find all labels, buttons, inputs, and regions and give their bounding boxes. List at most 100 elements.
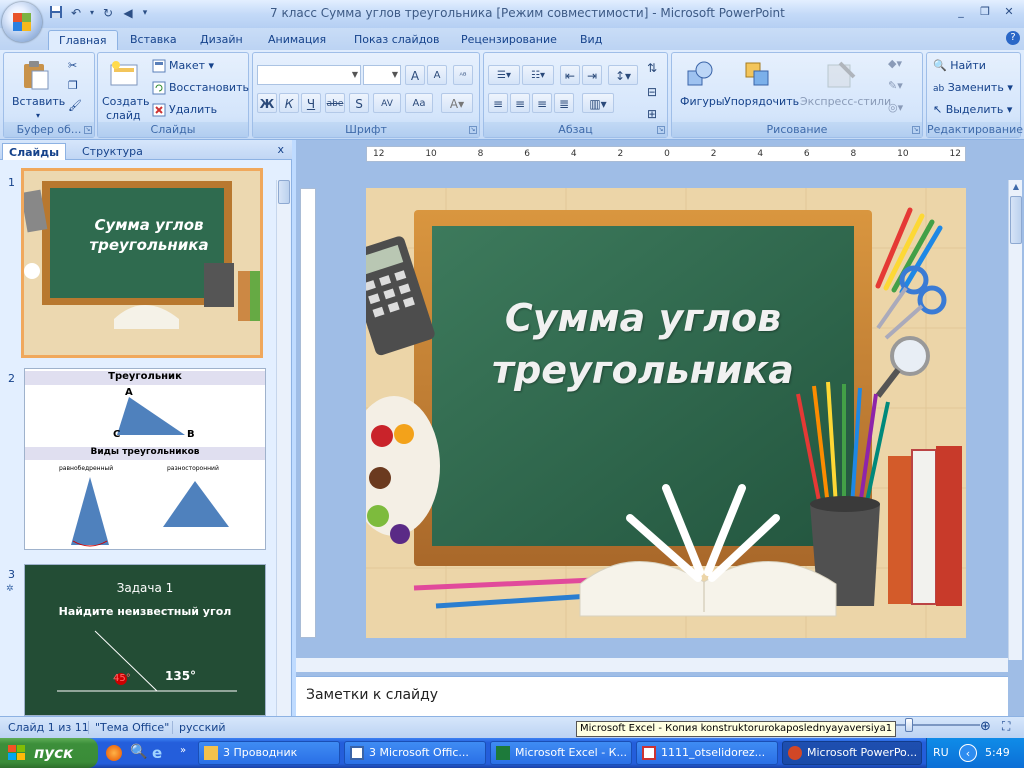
format-painter-icon[interactable]: 🖌 xyxy=(68,99,82,112)
reset-button[interactable]: Восстановить xyxy=(152,81,249,95)
taskbar-explorer[interactable]: 3 Проводник xyxy=(198,741,340,765)
zoom-slider-knob[interactable] xyxy=(905,718,913,732)
new-slide-label2[interactable]: слайд xyxy=(106,109,141,122)
shapes-icon[interactable] xyxy=(684,59,716,91)
quicklaunch-expand-icon[interactable]: » xyxy=(180,745,186,756)
zoom-in-icon[interactable]: ⊕ xyxy=(980,719,991,734)
shadow-button[interactable]: S xyxy=(349,93,369,113)
tab-slideshow[interactable]: Показ слайдов xyxy=(344,30,450,50)
paragraph-launcher-icon[interactable]: ↘ xyxy=(657,126,665,134)
minimize-icon[interactable]: _ xyxy=(950,4,972,20)
tab-slides[interactable]: Слайды xyxy=(2,143,67,160)
copy-icon[interactable]: ❐ xyxy=(68,79,78,92)
language-tray[interactable]: RU xyxy=(933,746,949,759)
tab-review[interactable]: Рецензирование xyxy=(451,30,567,50)
tab-outline[interactable]: Структура xyxy=(76,143,149,160)
fit-window-icon[interactable]: ⛶ xyxy=(1002,719,1010,734)
horizontal-ruler[interactable]: 12 10 8 6 4 2 0 2 4 6 8 10 12 xyxy=(366,146,966,162)
shapes-button[interactable]: Фигуры xyxy=(680,95,725,108)
restore-icon[interactable]: ❐ xyxy=(974,4,996,20)
tab-home[interactable]: Главная xyxy=(48,30,118,50)
quick-styles-icon[interactable] xyxy=(826,59,858,91)
drawing-launcher-icon[interactable]: ↘ xyxy=(912,126,920,134)
char-spacing-icon[interactable]: AV xyxy=(373,93,401,113)
numbering-icon[interactable]: ☷▾ xyxy=(522,65,554,85)
underline-button[interactable]: Ч xyxy=(301,93,321,113)
slide-thumb-1[interactable]: Сумма углов треугольника xyxy=(21,168,263,358)
font-launcher-icon[interactable]: ↘ xyxy=(469,126,477,134)
tab-view[interactable]: Вид xyxy=(570,30,612,50)
office-button[interactable] xyxy=(2,2,42,42)
line-spacing-icon[interactable]: ↕▾ xyxy=(608,65,638,85)
delete-slide-button[interactable]: Удалить xyxy=(152,103,217,117)
new-slide-button[interactable]: Создать xyxy=(102,95,150,108)
arrange-icon[interactable] xyxy=(742,59,774,91)
italic-button[interactable]: К xyxy=(279,93,299,113)
shape-fill-icon[interactable]: ◆▾ xyxy=(888,57,902,70)
redo-icon[interactable]: ↻ xyxy=(100,5,116,21)
slide-title[interactable]: Сумма углов треугольника xyxy=(462,292,824,396)
text-direction-icon[interactable]: ⇅ xyxy=(642,57,662,77)
ie-icon[interactable]: e xyxy=(152,744,162,762)
paste-button[interactable]: Вставить xyxy=(12,95,65,108)
shape-effects-icon[interactable]: ◎▾ xyxy=(888,101,903,114)
taskbar-excel[interactable]: Microsoft Excel - К... xyxy=(490,741,632,765)
quick-styles-button[interactable]: Экспресс-стили xyxy=(800,95,891,108)
panel-scroll-thumb[interactable] xyxy=(278,180,290,204)
tab-insert[interactable]: Вставка xyxy=(120,30,187,50)
strike-button[interactable]: abe xyxy=(325,93,345,113)
change-case-icon[interactable]: Aa xyxy=(405,93,433,113)
slide-thumb-3[interactable]: Задача 1 Найдите неизвестный угол 135° 4… xyxy=(24,564,266,716)
grow-font-icon[interactable]: A xyxy=(405,65,425,85)
start-button[interactable]: пуск xyxy=(0,738,98,768)
font-size-combo[interactable]: ▼ xyxy=(363,65,401,85)
layout-button[interactable]: Макет ▾ xyxy=(152,59,214,73)
cut-icon[interactable]: ✂ xyxy=(68,59,77,72)
align-center-icon[interactable]: ≡ xyxy=(510,93,530,113)
replace-button[interactable]: ab Заменить ▾ xyxy=(933,81,1013,94)
font-name-combo[interactable]: ▼ xyxy=(257,65,361,85)
save-icon[interactable] xyxy=(48,5,64,21)
increase-indent-icon[interactable]: ⇥ xyxy=(582,65,602,85)
new-slide-icon[interactable] xyxy=(108,59,140,91)
justify-icon[interactable]: ≣ xyxy=(554,93,574,113)
editor-scroll-thumb[interactable] xyxy=(1010,196,1022,244)
select-button[interactable]: ↖ Выделить ▾ xyxy=(933,103,1012,116)
smartart-icon[interactable]: ⊞ xyxy=(642,103,662,123)
scroll-up-icon[interactable]: ▲ xyxy=(1010,182,1022,194)
tab-design[interactable]: Дизайн xyxy=(190,30,253,50)
notes-pane[interactable]: Заметки к слайду xyxy=(296,676,1008,716)
taskbar-office[interactable]: 3 Microsoft Offic... xyxy=(344,741,486,765)
help-icon[interactable]: ? xyxy=(1006,31,1020,45)
paste-icon[interactable] xyxy=(20,59,52,91)
align-right-icon[interactable]: ≡ xyxy=(532,93,552,113)
clear-format-icon[interactable]: ᴬᴮ xyxy=(453,65,473,85)
tray-expand-icon[interactable]: ‹ xyxy=(959,744,977,762)
search-quicklaunch-icon[interactable]: 🔍 xyxy=(130,744,147,760)
clipboard-launcher-icon[interactable]: ↘ xyxy=(84,126,92,134)
decrease-indent-icon[interactable]: ⇤ xyxy=(560,65,580,85)
editor-horizontal-scrollbar[interactable] xyxy=(296,658,1008,672)
close-icon[interactable]: ✕ xyxy=(998,4,1020,20)
qat-customize-icon[interactable]: ▾ xyxy=(140,5,150,21)
vertical-ruler[interactable] xyxy=(300,188,316,638)
shrink-font-icon[interactable]: A xyxy=(427,65,447,85)
panel-close-icon[interactable]: x xyxy=(277,143,284,156)
speaker-icon[interactable]: ◀ xyxy=(120,5,136,21)
undo-icon[interactable]: ↶ xyxy=(68,5,84,21)
bold-button[interactable]: Ж xyxy=(257,93,277,113)
columns-icon[interactable]: ▥▾ xyxy=(582,93,614,113)
notes-placeholder[interactable]: Заметки к слайду xyxy=(306,687,438,703)
language-indicator[interactable]: русский xyxy=(172,721,226,734)
arrange-button[interactable]: Упорядочить xyxy=(724,95,799,108)
shape-outline-icon[interactable]: ✎▾ xyxy=(888,79,903,92)
paste-dropdown-icon[interactable]: ▾ xyxy=(36,111,40,120)
find-button[interactable]: 🔍 Найти xyxy=(933,59,986,72)
editor-vertical-scrollbar[interactable]: ▲ xyxy=(1008,180,1022,660)
slide-thumb-2[interactable]: Треугольник A B C Виды треугольников рав… xyxy=(24,368,266,550)
taskbar-powerpoint[interactable]: Microsoft PowerPo... xyxy=(782,741,922,765)
taskbar-pdf[interactable]: 1111_otselidorez... xyxy=(636,741,778,765)
undo-dropdown-icon[interactable]: ▾ xyxy=(88,5,96,21)
align-left-icon[interactable]: ≡ xyxy=(488,93,508,113)
font-color-icon[interactable]: A▾ xyxy=(441,93,473,113)
